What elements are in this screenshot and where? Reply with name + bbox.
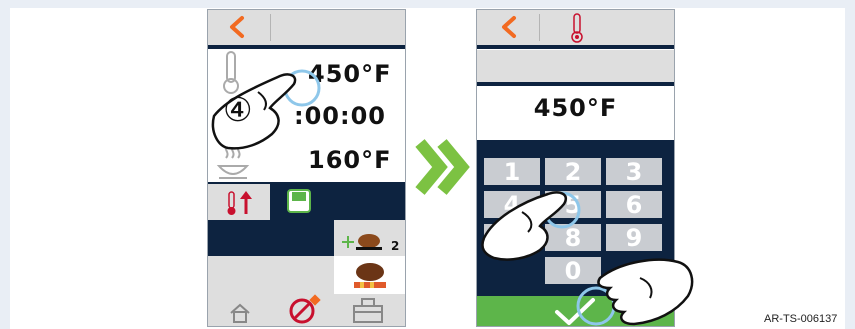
- step-number-label: ④: [223, 90, 253, 129]
- title-rule: [477, 82, 674, 86]
- probe-badge: 2: [391, 239, 400, 253]
- home-icon[interactable]: [228, 302, 252, 324]
- back-chevron-icon: [230, 16, 244, 38]
- transition-arrow: [414, 137, 470, 201]
- title-bar: [477, 50, 674, 82]
- roast-chicken-button[interactable]: [334, 256, 405, 294]
- raise-temp-icon: [227, 191, 252, 215]
- header-rule: [477, 45, 674, 49]
- back-chevron-icon: [502, 16, 516, 38]
- key-3[interactable]: 3: [606, 158, 662, 186]
- entry-value[interactable]: 450°F: [477, 94, 674, 122]
- reference-code: AR-TS-006137: [764, 313, 838, 325]
- toolbox-icon[interactable]: [352, 296, 384, 324]
- back-button[interactable]: [208, 10, 270, 45]
- tap-hand-icon: [576, 258, 694, 326]
- header-divider: [539, 14, 540, 41]
- key-6[interactable]: 6: [606, 191, 662, 219]
- raise-temp-button[interactable]: [208, 184, 270, 220]
- thermometer-icon: [571, 13, 583, 43]
- left-screen: 450°F :00:00 160°F 2 ④: [207, 9, 406, 327]
- header-divider: [270, 14, 271, 41]
- header-rule: [208, 45, 405, 49]
- key-9[interactable]: 9: [606, 224, 662, 252]
- no-clean-icon[interactable]: [284, 292, 324, 326]
- back-button[interactable]: [477, 10, 539, 45]
- save-icon[interactable]: [286, 188, 312, 214]
- roast-chicken-icon: [354, 263, 386, 288]
